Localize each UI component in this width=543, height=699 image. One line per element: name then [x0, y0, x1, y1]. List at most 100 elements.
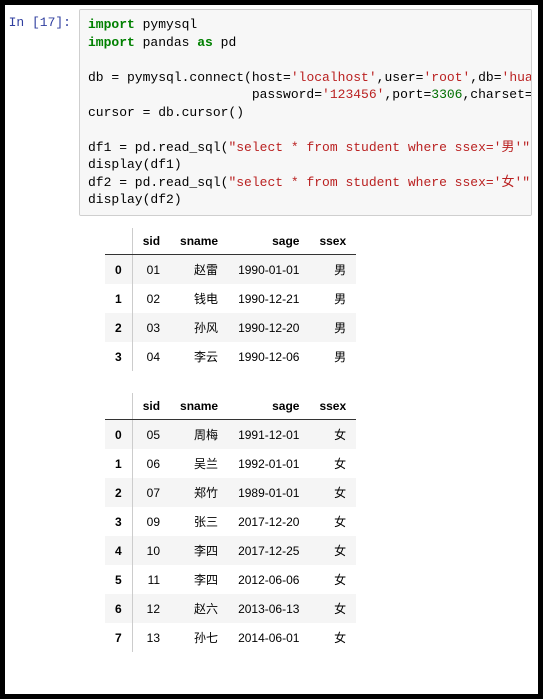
code-token: ,db) [530, 140, 532, 155]
cell-sid: 06 [132, 449, 170, 478]
cell-sname: 钱电 [170, 284, 228, 313]
row-index: 0 [105, 420, 132, 450]
cell-sname: 赵六 [170, 594, 228, 623]
table-row: 102钱电1990-12-21男 [105, 284, 356, 313]
cell-sname: 李四 [170, 565, 228, 594]
row-index: 0 [105, 255, 132, 285]
code-token: pd [213, 35, 236, 50]
cell-sid: 04 [132, 342, 170, 371]
cell-ssex: 男 [309, 342, 356, 371]
cell-sage: 2017-12-20 [228, 507, 309, 536]
row-index: 2 [105, 478, 132, 507]
cell-ssex: 男 [309, 284, 356, 313]
cell-sage: 1990-12-21 [228, 284, 309, 313]
col-header: sid [132, 393, 170, 420]
cell-sage: 2012-06-06 [228, 565, 309, 594]
cell-ssex: 女 [309, 507, 356, 536]
cell-ssex: 女 [309, 420, 356, 450]
cell-ssex: 女 [309, 449, 356, 478]
col-header: ssex [309, 393, 356, 420]
cell-sid: 09 [132, 507, 170, 536]
cell-ssex: 男 [309, 313, 356, 342]
code-token: ,db= [470, 70, 501, 85]
code-token: "select * from student where ssex='女'" [228, 175, 530, 190]
row-index: 3 [105, 507, 132, 536]
table-row: 106吴兰1992-01-01女 [105, 449, 356, 478]
cell-ssex: 男 [309, 255, 356, 285]
table-row: 309张三2017-12-20女 [105, 507, 356, 536]
cell-ssex: 女 [309, 623, 356, 652]
cell-sname: 李云 [170, 342, 228, 371]
cell-ssex: 女 [309, 565, 356, 594]
table-body-1: 001赵雷1990-01-01男102钱电1990-12-21男203孙风199… [105, 255, 356, 372]
cell-sid: 05 [132, 420, 170, 450]
code-token: ,charset= [463, 87, 533, 102]
cell-sid: 03 [132, 313, 170, 342]
row-index: 7 [105, 623, 132, 652]
cell-sname: 吴兰 [170, 449, 228, 478]
row-index: 1 [105, 449, 132, 478]
dataframe-table-2: sid sname sage ssex 005周梅1991-12-01女106吴… [105, 393, 356, 652]
cell-sname: 郑竹 [170, 478, 228, 507]
notebook-cell: In [17]: import pymysql import pandas as… [4, 4, 539, 695]
code-token: df2 = pd.read_sql( [88, 175, 228, 190]
cell-ssex: 女 [309, 594, 356, 623]
table-row: 207郑竹1989-01-01女 [105, 478, 356, 507]
col-header: sid [132, 228, 170, 255]
cell-sage: 2013-06-13 [228, 594, 309, 623]
code-token: as [197, 35, 213, 50]
cell-ssex: 女 [309, 478, 356, 507]
table-corner [105, 393, 132, 420]
table-row: 511李四2012-06-06女 [105, 565, 356, 594]
col-header: ssex [309, 228, 356, 255]
row-index: 4 [105, 536, 132, 565]
code-token: display(df1) [88, 157, 182, 172]
cell-sname: 赵雷 [170, 255, 228, 285]
col-header: sage [228, 393, 309, 420]
code-token: 'huangwei' [502, 70, 532, 85]
code-token: import [88, 17, 135, 32]
table-row: 410李四2017-12-25女 [105, 536, 356, 565]
cell-sid: 02 [132, 284, 170, 313]
code-token: ,port= [384, 87, 431, 102]
cell-sage: 1991-12-01 [228, 420, 309, 450]
code-token: ,db) [530, 175, 532, 190]
row-index: 2 [105, 313, 132, 342]
table-header-row: sid sname sage ssex [105, 228, 356, 255]
cell-sname: 李四 [170, 536, 228, 565]
code-input[interactable]: import pymysql import pandas as pd db = … [79, 9, 532, 216]
input-cell: In [17]: import pymysql import pandas as… [5, 5, 538, 222]
cell-sid: 11 [132, 565, 170, 594]
code-token: "select * from student where ssex='男'" [228, 140, 530, 155]
code-token: 'root' [423, 70, 470, 85]
code-token: df1 = pd.read_sql( [88, 140, 228, 155]
cell-sage: 1989-01-01 [228, 478, 309, 507]
cell-ssex: 女 [309, 536, 356, 565]
dataframe-table-1: sid sname sage ssex 001赵雷1990-01-01男102钱… [105, 228, 356, 371]
code-token: pymysql [135, 17, 197, 32]
col-header: sname [170, 228, 228, 255]
code-token: 3306 [431, 87, 462, 102]
cell-sid: 12 [132, 594, 170, 623]
row-index: 5 [105, 565, 132, 594]
code-token: db = pymysql.connect(host= [88, 70, 291, 85]
cell-sname: 张三 [170, 507, 228, 536]
table-row: 304李云1990-12-06男 [105, 342, 356, 371]
col-header: sname [170, 393, 228, 420]
cell-sid: 01 [132, 255, 170, 285]
cell-sid: 07 [132, 478, 170, 507]
code-token: display(df2) [88, 192, 182, 207]
output-area: sid sname sage ssex 001赵雷1990-01-01男102钱… [5, 222, 538, 694]
table-corner [105, 228, 132, 255]
table-row: 713孙七2014-06-01女 [105, 623, 356, 652]
cell-sid: 13 [132, 623, 170, 652]
code-token: '123456' [322, 87, 384, 102]
code-token: password= [88, 87, 322, 102]
table-row: 005周梅1991-12-01女 [105, 420, 356, 450]
cell-sage: 1990-12-06 [228, 342, 309, 371]
cell-sname: 孙七 [170, 623, 228, 652]
cell-sname: 孙风 [170, 313, 228, 342]
row-index: 3 [105, 342, 132, 371]
table-row: 612赵六2013-06-13女 [105, 594, 356, 623]
code-token: import [88, 35, 135, 50]
